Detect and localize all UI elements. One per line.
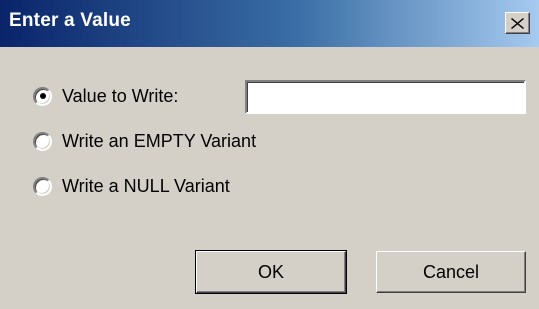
radio-button[interactable]	[33, 176, 52, 196]
radio-label-null-variant: Write a NULL Variant	[62, 175, 230, 196]
ok-button[interactable]: OK	[195, 250, 347, 294]
enter-value-dialog: Enter a Value Value to Write: Write an E…	[0, 0, 539, 309]
radio-label-value-to-write: Value to Write:	[62, 85, 179, 106]
radio-button-checked[interactable]	[33, 86, 52, 106]
value-to-write-input[interactable]	[245, 80, 526, 114]
title-bar[interactable]: Enter a Value	[0, 0, 539, 47]
close-button[interactable]	[505, 12, 530, 34]
radio-button[interactable]	[33, 131, 52, 151]
dialog-title: Enter a Value	[9, 10, 131, 31]
radio-empty-variant[interactable]: Write an EMPTY Variant	[33, 129, 256, 153]
close-icon	[511, 17, 524, 29]
cancel-button[interactable]: Cancel	[376, 251, 526, 293]
radio-value-to-write[interactable]: Value to Write:	[33, 84, 178, 108]
radio-null-variant[interactable]: Write a NULL Variant	[33, 174, 230, 198]
radio-label-empty-variant: Write an EMPTY Variant	[62, 130, 257, 151]
